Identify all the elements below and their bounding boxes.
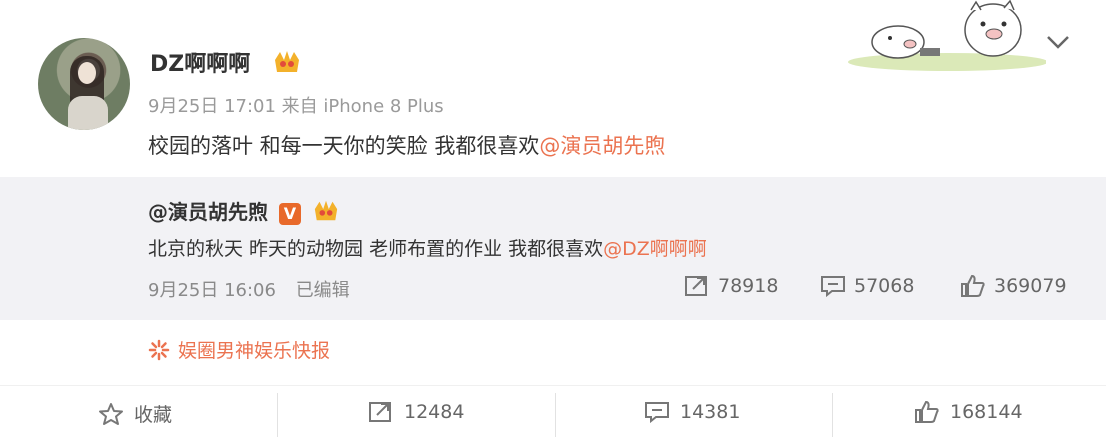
source-link[interactable]: 娱圈男神娱乐快报 [148, 336, 330, 363]
source-label[interactable]: 娱圈男神娱乐快报 [178, 336, 330, 363]
comment-icon [645, 402, 669, 424]
favorite-label: 收藏 [134, 404, 173, 426]
comment-count: 14381 [680, 401, 741, 423]
post-content-text: 校园的落叶 和每一天你的笑脸 我都很喜欢 [148, 134, 540, 158]
repost-count: 12484 [404, 401, 465, 423]
chevron-down-icon[interactable] [1044, 32, 1072, 52]
post-content: 校园的落叶 和每一天你的笑脸 我都很喜欢@演员胡先煦 [148, 130, 665, 160]
avatar-body [68, 96, 108, 130]
verified-badge-icon: V [278, 202, 301, 225]
action-divider [832, 393, 833, 437]
quoted-time: 9月25日 16:06 已编辑 [148, 276, 350, 302]
like-icon [961, 274, 985, 297]
comment-button[interactable]: 14381 [644, 400, 740, 424]
quoted-time-text: 9月25日 16:06 [148, 280, 276, 301]
crown-icon [272, 48, 302, 82]
avatar[interactable] [38, 38, 130, 130]
quoted-like-count: 369079 [994, 275, 1067, 297]
favorite-button[interactable]: 收藏 [98, 400, 172, 427]
crown-icon [312, 198, 340, 229]
repost-button[interactable]: 12484 [368, 400, 464, 424]
quoted-comment-count: 57068 [854, 275, 915, 297]
action-divider [555, 393, 556, 437]
avatar-face [78, 62, 96, 84]
quoted-content: 北京的秋天 昨天的动物园 老师布置的作业 我都很喜欢@DZ啊啊啊 [148, 234, 707, 261]
quoted-like-button[interactable]: 369079 [960, 274, 1067, 298]
quoted-mention-link[interactable]: @DZ啊啊啊 [603, 238, 707, 260]
pig-sticker [848, 0, 1046, 71]
quoted-repost-count: 78918 [718, 275, 779, 297]
action-divider [277, 393, 278, 437]
repost-icon [685, 276, 707, 296]
quoted-content-text: 北京的秋天 昨天的动物园 老师布置的作业 我都很喜欢 [148, 238, 604, 260]
quoted-repost-button[interactable]: 78918 [684, 274, 778, 298]
like-button[interactable]: 168144 [914, 400, 1023, 424]
quoted-username-text[interactable]: @演员胡先煦 [148, 200, 268, 224]
quoted-username[interactable]: @演员胡先煦 V [148, 196, 340, 229]
source-icon [148, 339, 170, 360]
quoted-edited-label: 已编辑 [295, 280, 350, 301]
repost-icon [369, 402, 391, 422]
post-mention-link[interactable]: @演员胡先煦 [539, 134, 665, 158]
star-icon [99, 402, 123, 425]
post-username[interactable]: DZ啊啊啊 [150, 46, 302, 82]
post-meta: 9月25日 17:01 来自 iPhone 8 Plus [148, 96, 444, 117]
quoted-comment-button[interactable]: 57068 [820, 274, 914, 298]
username-text[interactable]: DZ啊啊啊 [150, 52, 250, 77]
like-icon [915, 400, 939, 423]
like-count: 168144 [950, 401, 1023, 423]
comment-icon [821, 276, 845, 298]
